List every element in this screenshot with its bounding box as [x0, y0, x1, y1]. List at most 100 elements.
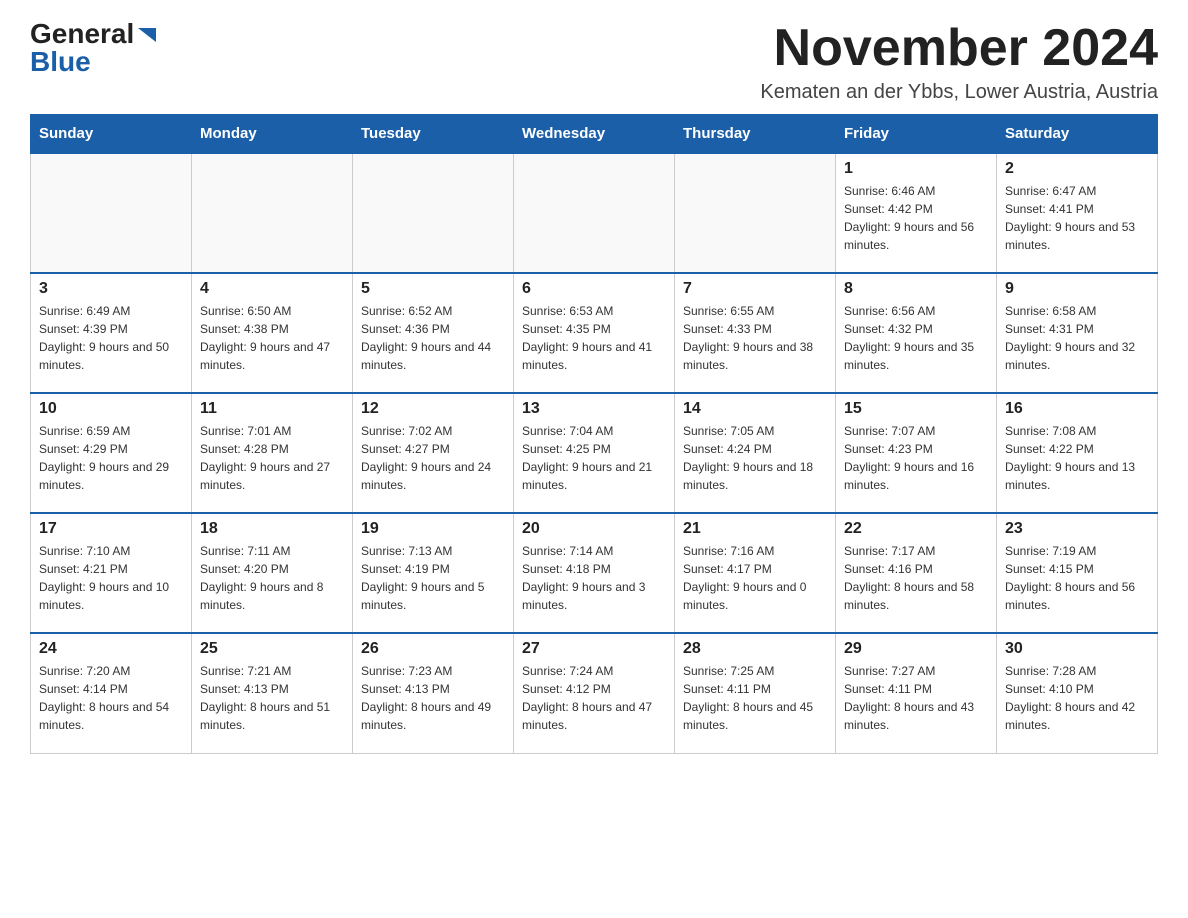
location-subtitle: Kematen an der Ybbs, Lower Austria, Aust… [760, 81, 1158, 104]
day-info-line: Sunset: 4:17 PM [683, 562, 772, 576]
day-info-line: Daylight: 8 hours and 56 minutes. [1005, 580, 1135, 612]
calendar-cell [353, 153, 514, 273]
weekday-header-sunday: Sunday [31, 115, 192, 154]
day-info: Sunrise: 6:59 AMSunset: 4:29 PMDaylight:… [39, 422, 183, 494]
day-info-line: Sunset: 4:20 PM [200, 562, 289, 576]
day-info-line: Sunrise: 7:19 AM [1005, 544, 1096, 558]
day-info: Sunrise: 6:50 AMSunset: 4:38 PMDaylight:… [200, 302, 344, 374]
day-info-line: Sunrise: 7:11 AM [200, 544, 291, 558]
day-info: Sunrise: 6:46 AMSunset: 4:42 PMDaylight:… [844, 182, 988, 254]
day-info: Sunrise: 7:25 AMSunset: 4:11 PMDaylight:… [683, 662, 827, 734]
day-info-line: Sunset: 4:11 PM [683, 682, 771, 696]
day-number: 7 [683, 280, 827, 298]
logo-general: General [30, 20, 134, 48]
day-info-line: Sunrise: 7:05 AM [683, 424, 774, 438]
day-info-line: Sunset: 4:15 PM [1005, 562, 1094, 576]
day-info-line: Daylight: 9 hours and 0 minutes. [683, 580, 806, 612]
day-number: 24 [39, 640, 183, 658]
day-info-line: Daylight: 9 hours and 27 minutes. [200, 460, 330, 492]
day-info: Sunrise: 6:58 AMSunset: 4:31 PMDaylight:… [1005, 302, 1149, 374]
day-info-line: Daylight: 9 hours and 5 minutes. [361, 580, 484, 612]
day-number: 26 [361, 640, 505, 658]
day-info-line: Daylight: 9 hours and 13 minutes. [1005, 460, 1135, 492]
day-info-line: Sunrise: 6:49 AM [39, 304, 130, 318]
calendar-cell [514, 153, 675, 273]
calendar-cell: 9 Sunrise: 6:58 AMSunset: 4:31 PMDaylight… [997, 273, 1158, 393]
day-number: 6 [522, 280, 666, 298]
day-info: Sunrise: 7:23 AMSunset: 4:13 PMDaylight:… [361, 662, 505, 734]
day-number: 9 [1005, 280, 1149, 298]
calendar-cell: 6Sunrise: 6:53 AMSunset: 4:35 PMDaylight… [514, 273, 675, 393]
day-info-line: Sunrise: 7:14 AM [522, 544, 613, 558]
day-info: Sunrise: 7:24 AMSunset: 4:12 PMDaylight:… [522, 662, 666, 734]
day-info-line: Sunrise: 7:16 AM [683, 544, 774, 558]
day-info-line: Daylight: 9 hours and 41 minutes. [522, 340, 652, 372]
day-info-line: Daylight: 8 hours and 49 minutes. [361, 700, 491, 732]
day-info-line: Sunrise: 6:56 AM [844, 304, 935, 318]
day-info: Sunrise: 7:11 AM Sunset: 4:20 PM Daylight:… [200, 542, 344, 614]
day-info-line: Sunrise: 7:13 AM [361, 544, 452, 558]
calendar-cell: 1Sunrise: 6:46 AMSunset: 4:42 PMDaylight… [836, 153, 997, 273]
day-number: 2 [1005, 160, 1149, 178]
calendar-cell: 4 Sunrise: 6:50 AMSunset: 4:38 PMDaylight… [192, 273, 353, 393]
day-info-line: Sunset: 4:13 PM [361, 682, 450, 696]
calendar-cell: 16Sunrise: 7:08 AMSunset: 4:22 PMDayligh… [997, 393, 1158, 513]
calendar-cell: 24 Sunrise: 7:20 AMSunset: 4:14 PMDayligh… [31, 633, 192, 753]
day-info: Sunrise: 7:27 AMSunset: 4:11 PMDaylight:… [844, 662, 988, 734]
day-info-line: Sunrise: 7:10 AM [39, 544, 130, 558]
day-info-line: Daylight: 9 hours and 53 minutes. [1005, 220, 1135, 252]
calendar-cell: 17Sunrise: 7:10 AMSunset: 4:21 PMDayligh… [31, 513, 192, 633]
calendar-cell: 14Sunrise: 7:05 AMSunset: 4:24 PMDayligh… [675, 393, 836, 513]
calendar-cell [675, 153, 836, 273]
day-info: Sunrise: 7:16 AM Sunset: 4:17 PM Daylight:… [683, 542, 827, 614]
day-info-line: Sunset: 4:28 PM [200, 442, 289, 456]
day-info: Sunrise: 6:49 AMSunset: 4:39 PMDaylight:… [39, 302, 183, 374]
day-info-line: Sunset: 4:27 PM [361, 442, 450, 456]
day-info-line: Daylight: 9 hours and 8 minutes. [200, 580, 323, 612]
day-info-line: Sunset: 4:13 PM [200, 682, 289, 696]
day-number: 4 [200, 280, 344, 298]
day-info-line: Daylight: 9 hours and 50 minutes. [39, 340, 169, 372]
day-info-line: Sunrise: 7:17 AM [844, 544, 935, 558]
week-row-5: 24 Sunrise: 7:20 AMSunset: 4:14 PMDayligh… [31, 633, 1158, 753]
day-info: Sunrise: 7:20 AMSunset: 4:14 PMDaylight:… [39, 662, 183, 734]
day-info-line: Sunrise: 7:21 AM [200, 664, 291, 678]
day-info-line: Sunset: 4:25 PM [522, 442, 611, 456]
day-info: Sunrise: 7:10 AM Sunset: 4:21 PM Daylight:… [39, 542, 183, 614]
day-number: 22 [844, 520, 988, 538]
day-number: 27 [522, 640, 666, 658]
calendar-cell: 25Sunrise: 7:21 AMSunset: 4:13 PMDayligh… [192, 633, 353, 753]
week-row-2: 3Sunrise: 6:49 AMSunset: 4:39 PMDaylight… [31, 273, 1158, 393]
day-info-line: Sunrise: 7:08 AM [1005, 424, 1096, 438]
day-info-line: Sunset: 4:31 PM [1005, 322, 1094, 336]
day-info-line: Sunrise: 7:07 AM [844, 424, 935, 438]
day-info-line: Sunset: 4:11 PM [844, 682, 932, 696]
day-info-line: Daylight: 9 hours and 35 minutes. [844, 340, 974, 372]
calendar-cell: 11Sunrise: 7:01 AMSunset: 4:28 PMDayligh… [192, 393, 353, 513]
calendar-table: SundayMondayTuesdayWednesdayThursdayFrid… [30, 114, 1158, 754]
day-info-line: Daylight: 8 hours and 42 minutes. [1005, 700, 1135, 732]
day-number: 20 [522, 520, 666, 538]
day-info-line: Sunset: 4:16 PM [844, 562, 933, 576]
day-number: 15 [844, 400, 988, 418]
day-info-line: Sunset: 4:19 PM [361, 562, 450, 576]
day-number: 5 [361, 280, 505, 298]
day-info-line: Sunrise: 6:53 AM [522, 304, 613, 318]
day-number: 8 [844, 280, 988, 298]
day-info-line: Daylight: 9 hours and 56 minutes. [844, 220, 974, 252]
day-info: Sunrise: 7:04 AMSunset: 4:25 PMDaylight:… [522, 422, 666, 494]
logo-arrow-icon [136, 24, 158, 46]
calendar-cell: 5Sunrise: 6:52 AMSunset: 4:36 PMDaylight… [353, 273, 514, 393]
calendar-cell: 7Sunrise: 6:55 AMSunset: 4:33 PMDaylight… [675, 273, 836, 393]
calendar-cell: 30Sunrise: 7:28 AMSunset: 4:10 PMDayligh… [997, 633, 1158, 753]
day-info-line: Daylight: 9 hours and 10 minutes. [39, 580, 169, 612]
calendar-cell [192, 153, 353, 273]
day-number: 19 [361, 520, 505, 538]
day-info-line: Daylight: 8 hours and 58 minutes. [844, 580, 974, 612]
day-info-line: Daylight: 9 hours and 3 minutes. [522, 580, 645, 612]
day-info-line: Sunset: 4:21 PM [39, 562, 128, 576]
day-info-line: Daylight: 8 hours and 43 minutes. [844, 700, 974, 732]
calendar-cell: 15Sunrise: 7:07 AMSunset: 4:23 PMDayligh… [836, 393, 997, 513]
day-number: 12 [361, 400, 505, 418]
day-info-line: Sunset: 4:42 PM [844, 202, 933, 216]
